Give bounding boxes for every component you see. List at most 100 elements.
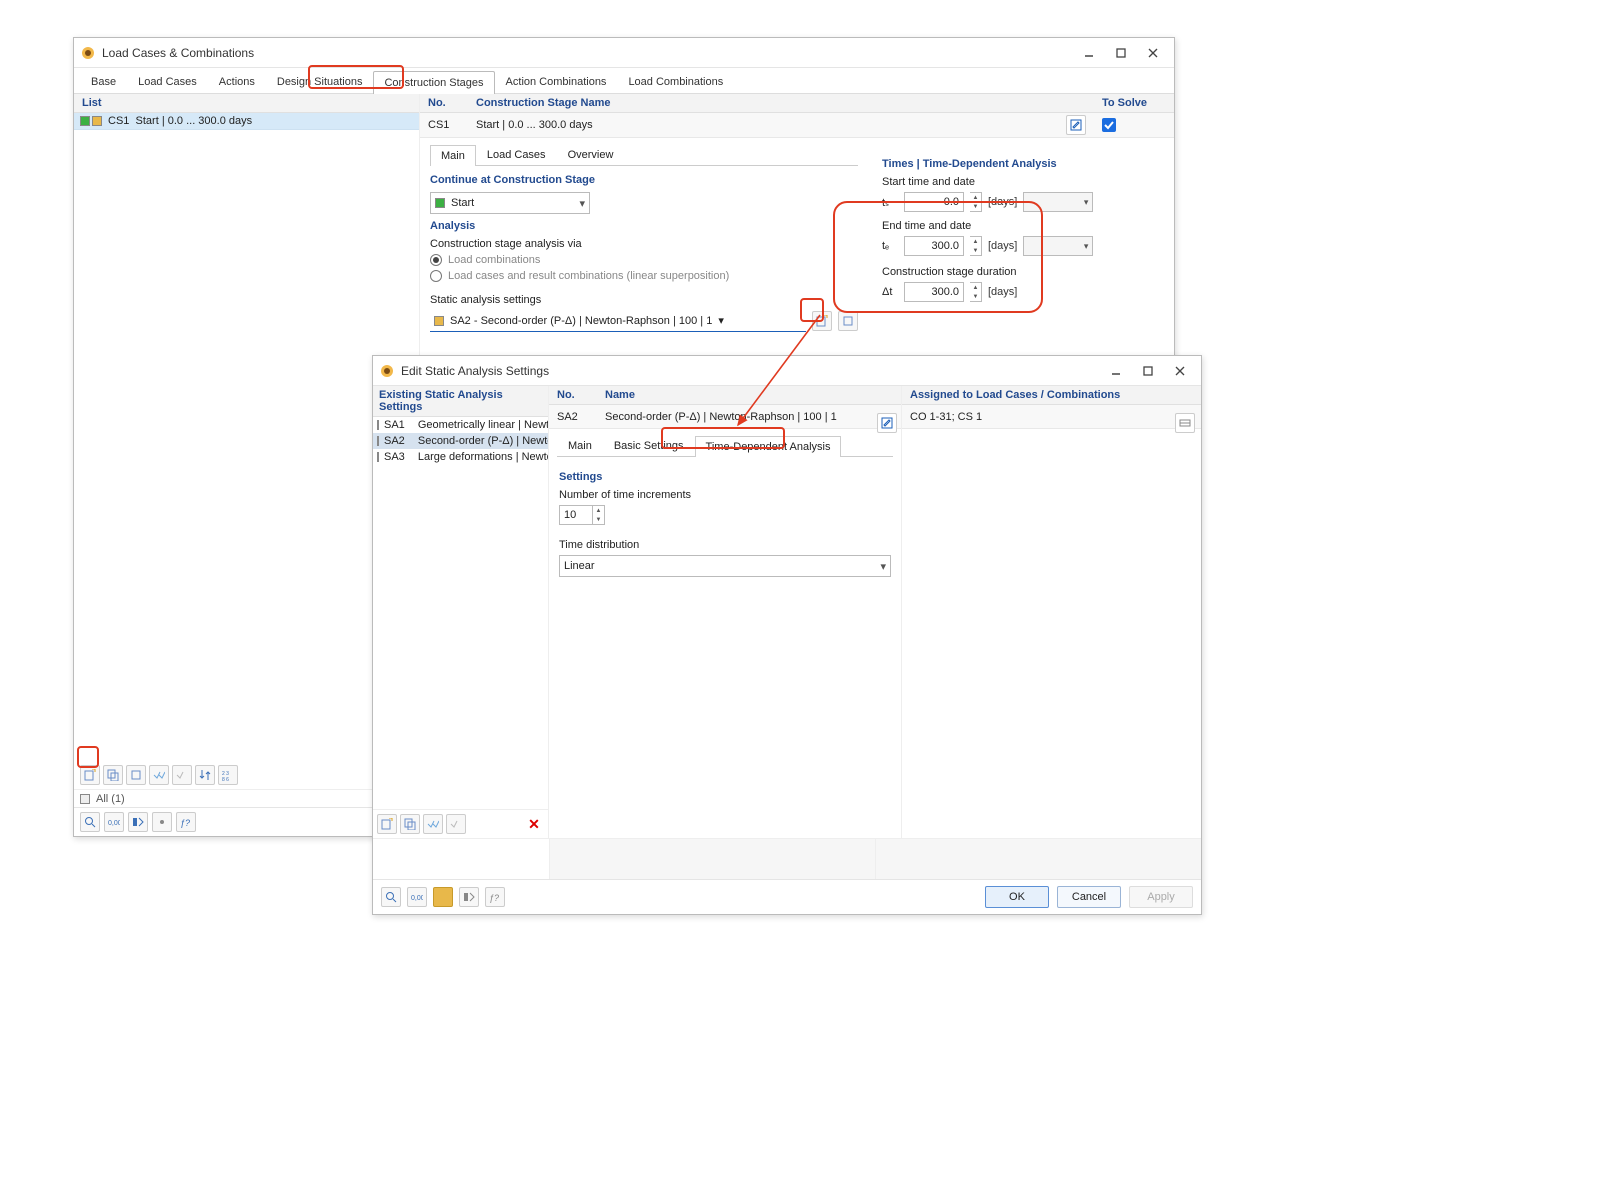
time-dist-value: Linear <box>564 560 595 572</box>
settings-title: Settings <box>559 471 891 483</box>
subtab-main[interactable]: Main <box>557 435 603 456</box>
list-item-cs1[interactable]: CS1 Start | 0.0 ... 300.0 days <box>74 113 419 130</box>
minimize-button[interactable] <box>1101 359 1131 383</box>
tab-action-combinations[interactable]: Action Combinations <box>495 70 618 93</box>
titlebar: Edit Static Analysis Settings <box>373 356 1201 386</box>
subtab-time-dependent[interactable]: Time-Dependent Analysis <box>695 436 842 457</box>
radio-load-cases-linear[interactable]: Load cases and result combinations (line… <box>430 270 858 282</box>
checkall-icon[interactable] <box>423 814 443 834</box>
subtab-main[interactable]: Main <box>430 145 476 166</box>
radio-load-combinations[interactable]: Load combinations <box>430 254 858 266</box>
sas-list: SA1 Geometrically linear | Newton-SA2 Se… <box>373 417 548 809</box>
delete-button[interactable]: ✕ <box>524 816 544 833</box>
tab-load-combinations[interactable]: Load Combinations <box>617 70 734 93</box>
continue-combo[interactable]: Start ▾ <box>430 192 590 214</box>
fx-icon[interactable]: ƒ? <box>485 887 505 907</box>
sas-item-sa3[interactable]: SA3 Large deformations | Newton- <box>373 449 548 465</box>
subtab-load-cases[interactable]: Load Cases <box>476 144 557 165</box>
end-time-label: End time and date <box>882 220 1102 232</box>
uncheck-icon[interactable] <box>172 765 192 785</box>
cancel-button[interactable]: Cancel <box>1057 886 1121 908</box>
units-icon[interactable]: 0,00 <box>104 812 124 832</box>
col-no-header: No. <box>420 94 468 112</box>
tab-design-situations[interactable]: Design Situations <box>266 70 374 93</box>
settings-icon[interactable] <box>459 887 479 907</box>
sort-icon[interactable] <box>195 765 215 785</box>
color-icon[interactable] <box>433 887 453 907</box>
assigned-value: CO 1-31; CS 1 <box>910 411 982 423</box>
sas-edit-icon[interactable] <box>838 311 858 331</box>
close-button[interactable] <box>1165 359 1195 383</box>
te-input[interactable]: 300.0 <box>904 236 964 256</box>
ts-date-combo[interactable]: ▾ <box>1023 192 1093 212</box>
maximize-button[interactable] <box>1106 41 1136 65</box>
sas-new-icon[interactable] <box>812 311 832 331</box>
ts-input[interactable]: 0.0 <box>904 192 964 212</box>
row-no: SA2 <box>549 411 597 423</box>
assigned-edit-icon[interactable] <box>1175 413 1195 433</box>
maximize-button[interactable] <box>1133 359 1163 383</box>
dt-spinner[interactable]: ▲▼ <box>970 282 982 302</box>
svg-text:0,00: 0,00 <box>411 895 423 902</box>
tab-actions[interactable]: Actions <box>208 70 266 93</box>
ok-button[interactable]: OK <box>985 886 1049 908</box>
filter-bar[interactable]: All (1) ▾ <box>74 789 419 807</box>
tab-construction-stages[interactable]: Construction Stages <box>373 71 494 94</box>
dt-unit: [days] <box>988 286 1017 298</box>
new-icon[interactable] <box>80 765 100 785</box>
find-icon[interactable] <box>381 887 401 907</box>
row-name-text: Start | 0.0 ... 300.0 days <box>476 119 593 131</box>
filter-label: All (1) <box>96 793 125 805</box>
check-icon[interactable] <box>1102 118 1116 132</box>
units-icon[interactable]: 0,00 <box>407 887 427 907</box>
check-icon[interactable] <box>149 765 169 785</box>
te-unit: [days] <box>988 240 1017 252</box>
continue-label: Continue at Construction Stage <box>430 174 858 186</box>
sas-item-sa1[interactable]: SA1 Geometrically linear | Newton- <box>373 417 548 433</box>
copy2-icon[interactable] <box>126 765 146 785</box>
edit-icon[interactable] <box>877 413 897 433</box>
ts-spinner[interactable]: ▲▼ <box>970 192 982 212</box>
find-icon[interactable] <box>80 812 100 832</box>
chevron-down-icon: ▾ <box>718 314 724 327</box>
ts-unit: [days] <box>988 196 1017 208</box>
close-button[interactable] <box>1138 41 1168 65</box>
list-header: List <box>74 94 419 113</box>
list-body: CS1 Start | 0.0 ... 300.0 days <box>74 113 419 761</box>
num-increments-input[interactable]: 10 <box>559 505 593 525</box>
te-spinner[interactable]: ▲▼ <box>970 236 982 256</box>
titlebar: Load Cases & Combinations <box>74 38 1174 68</box>
existing-sas-header: Existing Static Analysis Settings <box>373 386 548 417</box>
subtab-overview[interactable]: Overview <box>557 144 625 165</box>
num-increments-spinner[interactable]: ▲▼ <box>593 505 605 525</box>
te-date-combo[interactable]: ▾ <box>1023 236 1093 256</box>
w2-subtabs: Main Basic Settings Time-Dependent Analy… <box>557 435 893 457</box>
window-title: Edit Static Analysis Settings <box>401 364 1101 378</box>
dot-icon[interactable] <box>152 812 172 832</box>
sas-item-sa2[interactable]: SA2 Second-order (P-Δ) | Newton-R <box>373 433 548 449</box>
num-increments-label: Number of time increments <box>559 489 891 501</box>
subtab-basic-settings[interactable]: Basic Settings <box>603 435 695 456</box>
analysis-via-label: Construction stage analysis via <box>430 238 858 250</box>
minimize-button[interactable] <box>1074 41 1104 65</box>
tab-base[interactable]: Base <box>80 70 127 93</box>
uncheckall-icon[interactable] <box>446 814 466 834</box>
copy-icon[interactable] <box>400 814 420 834</box>
row-solve[interactable] <box>1094 113 1174 137</box>
settings-icon[interactable] <box>128 812 148 832</box>
existing-sas-pane: Existing Static Analysis Settings SA1 Ge… <box>373 386 549 838</box>
ts-symbol: tₛ <box>882 196 898 209</box>
edit-icon[interactable] <box>1066 115 1086 135</box>
fx-icon[interactable]: ƒ? <box>176 812 196 832</box>
dt-input[interactable]: 300.0 <box>904 282 964 302</box>
time-dist-combo[interactable]: Linear ▾ <box>559 555 891 577</box>
row-name[interactable]: Second-order (P-Δ) | Newton-Raphson | 10… <box>597 411 901 423</box>
sas-combo[interactable]: SA2 - Second-order (P-Δ) | Newton-Raphso… <box>430 310 806 332</box>
new-icon[interactable] <box>377 814 397 834</box>
apply-button[interactable]: Apply <box>1129 886 1193 908</box>
row-name[interactable]: Start | 0.0 ... 300.0 days <box>468 113 1094 137</box>
tab-load-cases[interactable]: Load Cases <box>127 70 208 93</box>
bottom-toolbar: 0,00 ƒ? <box>74 807 419 836</box>
copy-icon[interactable] <box>103 765 123 785</box>
renumber-icon[interactable]: 2 38 6 <box>218 765 238 785</box>
